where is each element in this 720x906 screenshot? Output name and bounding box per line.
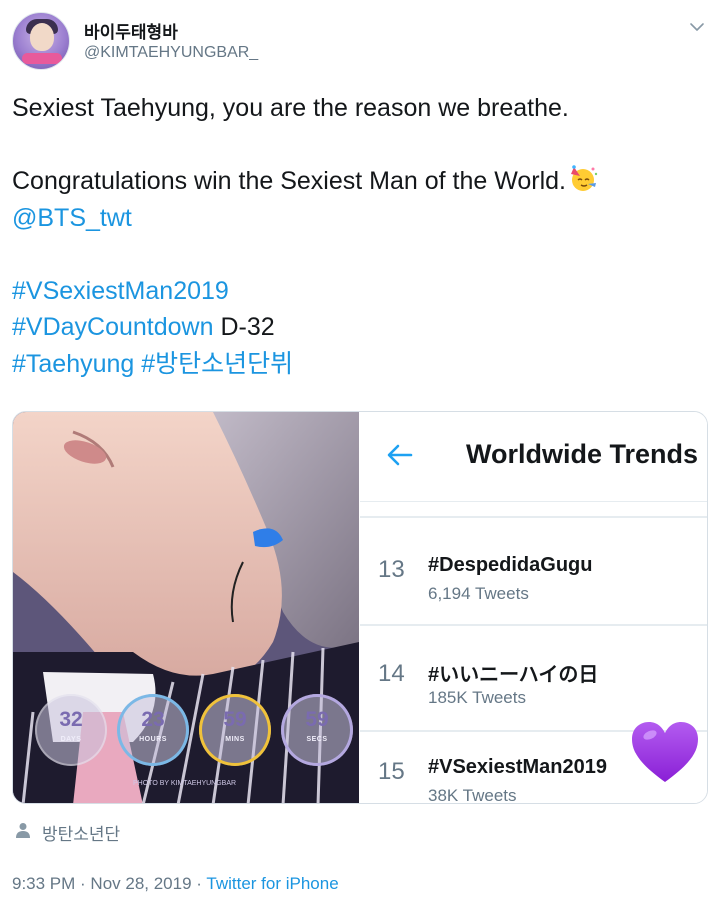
tagged-user-label[interactable]: 방탄소년단 — [42, 820, 120, 845]
trends-screenshot[interactable]: Worldwide Trends 13 #DespedidaGugu 6,194… — [360, 412, 707, 804]
hashtag-link[interactable]: #VDayCountdown — [12, 313, 214, 341]
trend-name: #VSexiestMan2019 — [428, 756, 608, 778]
photo-watermark: PHOTO BY KIMTAEHYUNGBAR — [133, 780, 237, 787]
trend-rank: 13 — [378, 556, 405, 583]
countdown-days: 32 DAYS — [35, 694, 107, 766]
countdown-unit: MINS — [225, 736, 245, 743]
countdown-seconds: 59 SECS — [281, 694, 353, 766]
countdown-unit: DAYS — [60, 736, 82, 743]
countdown-value: 23 — [141, 708, 165, 731]
avatar-badge — [22, 53, 62, 64]
tweet-text: Sexiest Taehyung, you are the reason we … — [12, 90, 702, 382]
tweet-source-link[interactable]: Twitter for iPhone — [206, 874, 338, 893]
trend-rank: 15 — [378, 758, 405, 785]
display-name[interactable]: 바이두태형바 — [84, 18, 178, 43]
trend-name: #DespedidaGugu — [428, 554, 593, 576]
trends-header: Worldwide Trends — [360, 412, 707, 502]
countdown-unit: HOURS — [139, 736, 167, 743]
tweet-line: #VDayCountdown D-32 — [12, 309, 702, 346]
countdown-unit: SECS — [306, 736, 328, 743]
countdown-text: D-32 — [220, 313, 275, 341]
trend-name: #いいニーハイの日 — [428, 664, 599, 686]
countdown-minutes: 59 MINS — [199, 694, 271, 766]
purple-heart-emoji — [632, 722, 698, 782]
tweet-line: Sexiest Taehyung, you are the reason we … — [12, 94, 569, 122]
trend-item: 13 #DespedidaGugu 6,194 Tweets — [360, 538, 707, 638]
trend-count: 185K Tweets — [428, 688, 526, 707]
tweet-header: 바이두태형바 @KIMTAEHYUNGBAR_ — [12, 12, 708, 72]
tweet-line: Congratulations win the Sexiest Man of t… — [12, 163, 702, 200]
divider — [360, 516, 707, 518]
countdown-value: 59 — [223, 708, 247, 731]
countdown-hours: 23 HOURS — [117, 694, 189, 766]
countdown-value: 59 — [305, 708, 329, 731]
tweet-line-text: Congratulations win the Sexiest Man of t… — [12, 167, 566, 195]
meta-separator: · — [191, 874, 207, 893]
trend-count: 38K Tweets — [428, 786, 517, 804]
trend-rank: 14 — [378, 660, 405, 687]
profile-avatar[interactable] — [12, 12, 70, 70]
meta-separator: · — [75, 874, 91, 893]
trend-count: 6,194 Tweets — [428, 584, 529, 603]
hashtag-link[interactable]: #Taehyung — [12, 350, 134, 378]
hashtag-link[interactable]: #VSexiestMan2019 — [12, 273, 702, 310]
avatar-face — [30, 23, 54, 51]
countdown-widget: 32 DAYS 23 HOURS 59 MINS 59 SECS — [35, 694, 355, 774]
countdown-value: 32 — [59, 708, 83, 731]
tweet-line: #Taehyung #방탄소년단뷔 — [12, 346, 702, 383]
tweet-metadata: 9:33 PM · Nov 28, 2019 · Twitter for iPh… — [12, 874, 339, 894]
divider — [360, 624, 707, 626]
mention-link[interactable]: @BTS_twt — [12, 200, 702, 237]
tweet-date[interactable]: Nov 28, 2019 — [90, 874, 191, 893]
back-arrow-icon — [387, 444, 413, 466]
photo[interactable]: 32 DAYS 23 HOURS 59 MINS 59 SECS PHOTO B… — [13, 412, 359, 803]
hashtag-link[interactable]: #방탄소년단뷔 — [141, 350, 293, 378]
tweet-time[interactable]: 9:33 PM — [12, 874, 75, 893]
trends-title: Worldwide Trends — [466, 439, 699, 469]
user-handle[interactable]: @KIMTAEHYUNGBAR_ — [84, 44, 258, 62]
person-icon — [16, 823, 30, 838]
chevron-down-icon[interactable] — [686, 16, 708, 38]
partying-face-emoji — [571, 165, 598, 191]
media-container[interactable]: 32 DAYS 23 HOURS 59 MINS 59 SECS PHOTO B… — [12, 411, 708, 804]
